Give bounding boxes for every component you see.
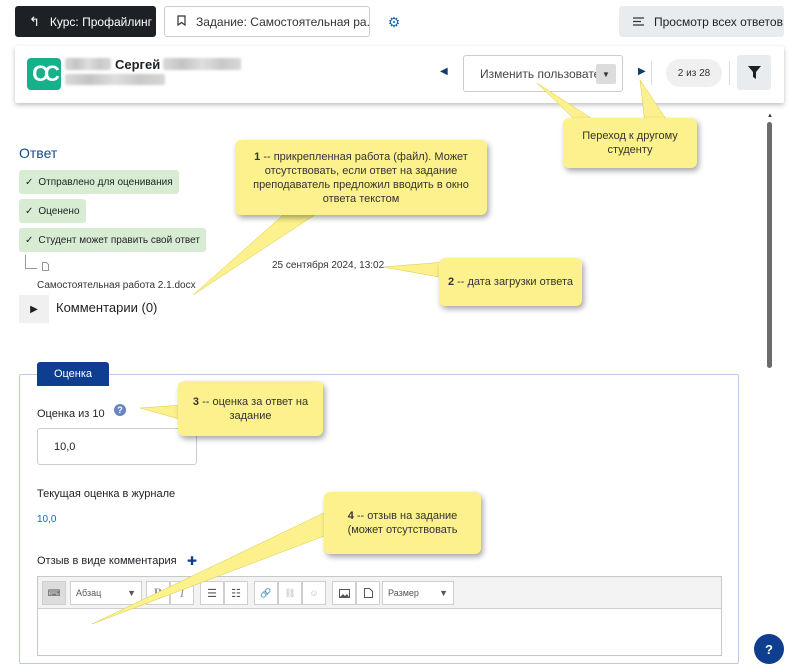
callout-feedback: 4 -- отзыв на задание (может отсутствова… xyxy=(324,492,481,554)
callout-text: -- отзыв на задание (может отсутствовать xyxy=(347,510,458,536)
callout-switch-student: Переход к другому студенту xyxy=(563,118,697,168)
callout-text: -- дата загрузки ответа xyxy=(454,276,574,288)
callout-text: -- оценка за ответ на задание xyxy=(199,395,309,422)
callout-attached-file: 1 -- прикрепленная работа (файл). Может … xyxy=(235,140,487,215)
callout-grade: 3 -- оценка за ответ на задание xyxy=(178,381,323,436)
callout-upload-date: 2 -- дата загрузки ответа xyxy=(439,258,582,306)
callout-text: -- прикрепленная работа (файл). Может от… xyxy=(253,150,469,205)
callout-text: Переход к другому студенту xyxy=(582,130,678,156)
